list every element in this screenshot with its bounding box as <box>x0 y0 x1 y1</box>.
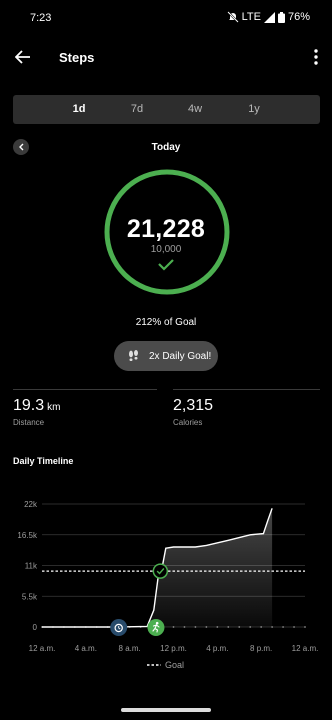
step-count: 21,228 <box>126 215 206 243</box>
tab-4w[interactable]: 4w <box>175 95 215 124</box>
y-tick-label: 5.5k <box>22 592 38 601</box>
y-tick-label: 11k <box>25 562 38 571</box>
running-icon-head <box>155 621 159 625</box>
y-tick-label: 0 <box>33 623 38 632</box>
section-title: Daily Timeline <box>13 456 74 466</box>
range-tabs: 1d 7d 4w 1y <box>13 95 320 124</box>
step-goal: 10,000 <box>150 244 182 255</box>
x-tick-label: 4 a.m. <box>75 644 97 653</box>
x-tick-label: 12 p.m. <box>160 644 187 653</box>
distance-unit: km <box>47 402 61 413</box>
y-tick-label: 16.5k <box>17 531 38 540</box>
steps-area <box>118 508 273 627</box>
hour-dot <box>282 626 284 628</box>
status-time: 7:23 <box>30 12 52 24</box>
x-tick-label: 8 p.m. <box>250 644 272 653</box>
divider <box>173 389 320 390</box>
calories-value: 2,315 <box>173 397 214 414</box>
x-tick-label: 4 p.m. <box>206 644 228 653</box>
x-tick-label: 12 a.m. <box>292 644 319 653</box>
footsteps-icon <box>129 350 138 361</box>
goal-reached-marker <box>152 563 169 579</box>
percent-of-goal: 212% of Goal <box>135 317 197 328</box>
signal-icon <box>263 11 275 23</box>
status-bar: 7:23 LTE 76% <box>0 0 332 36</box>
tab-1y[interactable]: 1y <box>234 95 274 124</box>
hour-dot <box>304 626 306 628</box>
daily-goal-badge[interactable]: 2x Daily Goal! <box>114 341 218 371</box>
day-label: Today <box>151 142 181 153</box>
legend-goal-label: Goal <box>165 660 184 670</box>
y-tick-label: 22k <box>24 500 38 509</box>
more-vert-icon <box>314 49 318 65</box>
app-bar: Steps <box>0 36 332 78</box>
tab-7d[interactable]: 7d <box>117 95 157 124</box>
battery-icon <box>277 11 285 23</box>
calories-label: Calories <box>173 418 203 427</box>
daily-timeline-chart: 22k 16.5k 11k 5.5k 0 12 a.m. 4 a.m. 8 a.m. 12 p.… <box>17 500 319 670</box>
home-indicator <box>121 708 211 712</box>
distance-label: Distance <box>13 418 45 427</box>
hour-dot <box>293 626 295 628</box>
battery-percent: 76% <box>287 11 310 23</box>
do-not-disturb-icon <box>226 11 239 23</box>
page-title: Steps <box>59 50 95 65</box>
tab-1d[interactable]: 1d <box>59 95 99 124</box>
network-type: LTE <box>241 11 261 23</box>
more-options-button[interactable] <box>308 45 324 69</box>
goal-check-icon <box>158 259 174 271</box>
distance-value: 19.3 <box>13 397 45 414</box>
back-button[interactable] <box>10 45 36 69</box>
x-tick-label: 8 a.m. <box>119 644 141 653</box>
status-icons: LTE 76% <box>226 11 310 23</box>
arrow-left-icon <box>15 50 30 64</box>
x-tick-label: 12 a.m. <box>29 644 56 653</box>
divider <box>13 389 157 390</box>
distance-value-group: 19.3 km <box>13 397 60 415</box>
badge-label: 2x Daily Goal! <box>149 350 212 362</box>
